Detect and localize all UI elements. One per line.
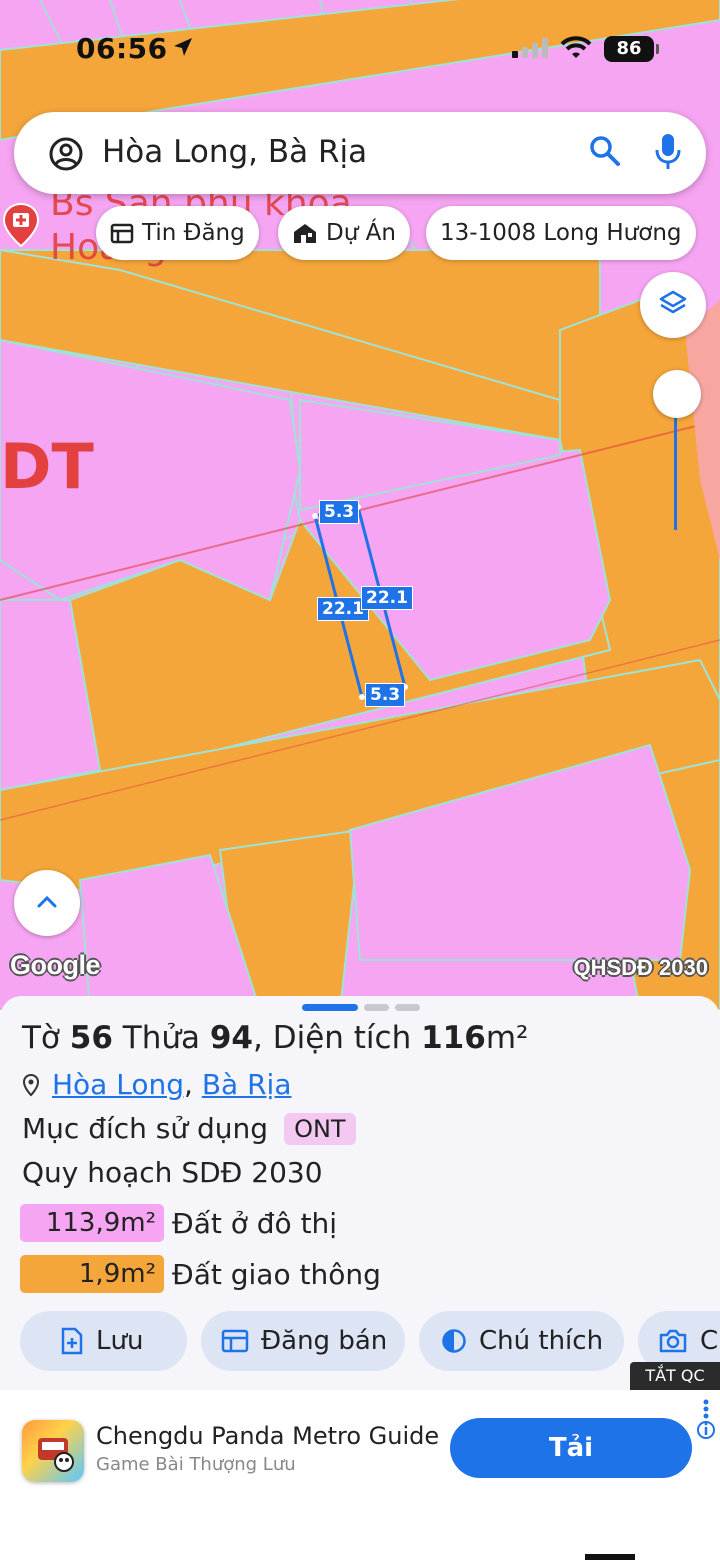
- zone-label: DT: [0, 430, 94, 503]
- search-input[interactable]: Hòa Long, Bà Rịa: [102, 134, 367, 170]
- google-logo: Google: [10, 950, 101, 980]
- allocation-amount: 113,9m²: [20, 1204, 164, 1242]
- location-link-commune[interactable]: Hòa Long: [52, 1068, 184, 1101]
- to-value: 56: [69, 1020, 113, 1056]
- calendar-icon: [221, 1328, 249, 1354]
- home-indicator[interactable]: [585, 1554, 635, 1560]
- microphone-icon[interactable]: [654, 132, 682, 176]
- chip-du-an[interactable]: Dự Án: [278, 206, 410, 260]
- search-bar[interactable]: Hòa Long, Bà Rịa: [14, 112, 706, 194]
- map-view[interactable]: Bs Sản phụ khoa Hoàng Lan DT 5.3 22.1 22…: [0, 0, 720, 1010]
- hospital-pin-icon[interactable]: [2, 202, 40, 252]
- allocation-label: Đất ở đô thị: [172, 1206, 338, 1240]
- contrast-icon: [441, 1328, 467, 1354]
- thua-value: 94: [209, 1020, 253, 1056]
- allocation-row: 113,9m² Đất ở đô thị: [20, 1204, 337, 1242]
- area-unit: m²: [485, 1020, 529, 1056]
- add-file-icon: [60, 1327, 84, 1355]
- chevron-up-icon: [36, 894, 58, 913]
- app-icon[interactable]: [22, 1420, 84, 1482]
- camera-label: C: [700, 1326, 719, 1356]
- area-value: 116: [421, 1020, 486, 1056]
- allocation-label: Đất giao thông: [172, 1257, 381, 1291]
- house-icon: [292, 222, 318, 244]
- parcel-title: Tờ 56 Thửa 94, Diện tích 116m²: [22, 1020, 529, 1056]
- close-ad-button[interactable]: TẮT QC: [630, 1362, 720, 1390]
- camera-icon: [658, 1328, 688, 1354]
- calendar-icon: [110, 222, 134, 244]
- cellular-signal-icon: [512, 38, 548, 62]
- wifi-icon: [560, 36, 592, 64]
- layer-name-label: QHSDĐ 2030: [573, 955, 708, 980]
- purpose-label: Mục đích sử dụng: [22, 1112, 269, 1145]
- chip-label: Dự Án: [326, 220, 396, 246]
- legend-label: Chú thích: [479, 1326, 604, 1356]
- sheet-pager[interactable]: [302, 1004, 420, 1011]
- ad-banner[interactable]: Chengdu Panda Metro Guide Game Bài Thượn…: [0, 1390, 720, 1502]
- post-sale-label: Đăng bán: [261, 1326, 388, 1356]
- opacity-slider-track[interactable]: [674, 400, 677, 530]
- home-indicator-area: [0, 1502, 720, 1560]
- parcel-location: Hòa Long , Bà Rịa: [22, 1068, 292, 1101]
- ad-title[interactable]: Chengdu Panda Metro Guide: [96, 1422, 439, 1450]
- post-sale-button[interactable]: Đăng bán: [201, 1311, 405, 1371]
- ad-info-icon[interactable]: [695, 1398, 717, 1448]
- to-label: Tờ: [22, 1020, 60, 1056]
- save-button[interactable]: Lưu: [20, 1311, 187, 1371]
- legend-button[interactable]: Chú thích: [419, 1311, 624, 1371]
- status-bar: 06:56 86: [0, 28, 720, 72]
- save-label: Lưu: [96, 1326, 144, 1356]
- measurement-right: 22.1: [361, 586, 413, 610]
- parcel-info-sheet[interactable]: Tờ 56 Thửa 94, Diện tích 116m² Hòa Long …: [0, 996, 720, 1390]
- location-link-city[interactable]: Bà Rịa: [202, 1068, 292, 1101]
- purpose-code-badge: ONT: [284, 1112, 356, 1145]
- expand-up-button[interactable]: [14, 870, 80, 936]
- thua-label: Thửa: [122, 1020, 200, 1056]
- area-label: Diện tích: [272, 1020, 412, 1056]
- land-use-purpose: Mục đích sử dụng ONT: [22, 1112, 356, 1145]
- plan-heading: Quy hoạch SDĐ 2030: [22, 1156, 323, 1189]
- chip-label: Tin Đăng: [142, 220, 245, 246]
- measurement-bottom: 5.3: [365, 683, 406, 707]
- pager-dot[interactable]: [364, 1004, 389, 1011]
- chip-label: 13-1008 Long Hương: [440, 220, 682, 246]
- allocation-amount: 1,9m²: [20, 1255, 164, 1293]
- measurement-top: 5.3: [319, 500, 360, 524]
- chip-project-code[interactable]: 13-1008 Long Hương: [426, 206, 696, 260]
- status-time: 06:56: [76, 32, 168, 65]
- location-pin-icon: [22, 1073, 40, 1097]
- account-icon[interactable]: [48, 136, 84, 176]
- allocation-row: 1,9m² Đất giao thông: [20, 1255, 381, 1293]
- pager-dot-active[interactable]: [302, 1004, 358, 1011]
- layers-button[interactable]: [640, 272, 706, 338]
- location-arrow-icon: [172, 36, 194, 62]
- opacity-slider-handle[interactable]: [653, 370, 701, 418]
- chip-tin-dang[interactable]: Tin Đăng: [96, 206, 259, 260]
- ad-subtitle: Game Bài Thượng Lưu: [96, 1454, 296, 1475]
- battery-indicator: 86: [604, 36, 659, 62]
- pager-dot[interactable]: [395, 1004, 420, 1011]
- search-icon[interactable]: [588, 134, 622, 172]
- install-button[interactable]: Tải: [450, 1418, 692, 1478]
- layers-icon: [658, 288, 688, 322]
